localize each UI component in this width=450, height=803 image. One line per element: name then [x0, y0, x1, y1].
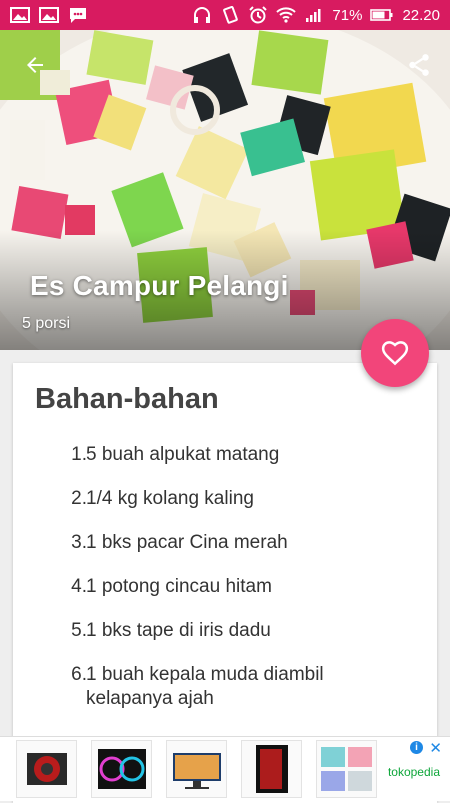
ingredient-item: 5. 1 bks tape di iris dadu: [13, 619, 437, 643]
share-icon: [409, 54, 429, 76]
share-button[interactable]: [402, 48, 436, 82]
ad-brand-label: tokopedia: [387, 765, 440, 779]
ad-product-pillows[interactable]: [316, 740, 377, 798]
image-icon: [39, 7, 59, 23]
section-title: Bahan-bahan: [35, 383, 219, 415]
ingredient-item: 4. 1 potong cincau hitam: [13, 575, 437, 599]
ingredient-number: 6.: [71, 664, 87, 685]
recipe-title: Es Campur Pelangi: [30, 270, 289, 301]
favorite-button[interactable]: [361, 319, 429, 387]
battery-percent: 71%: [332, 6, 363, 24]
ad-product-rgb-fans[interactable]: [91, 740, 152, 798]
ingredient-text: 1/4 kg kolang kaling: [86, 488, 254, 509]
ad-product-monitor[interactable]: [166, 740, 227, 798]
ingredient-text: 1 potong cincau hitam: [86, 576, 272, 597]
heart-outline-icon: [381, 341, 409, 366]
back-button[interactable]: [18, 48, 52, 82]
headphones-icon: [194, 7, 211, 23]
ad-banner[interactable]: i ✕ tokopedia: [0, 736, 450, 801]
portion-count: 5 porsi: [22, 315, 71, 332]
signal-icon: [306, 9, 321, 22]
ingredient-number: 3.: [71, 532, 87, 553]
ingredient-item: 3. 1 bks pacar Cina merah: [13, 531, 437, 555]
ingredient-text: 1 bks pacar Cina merah: [86, 532, 288, 553]
arrow-left-icon: [27, 57, 43, 73]
ingredient-item: 1. 5 buah alpukat matang: [13, 443, 437, 467]
ingredient-item: 6. 1 buah kepala muda diambil kelapanya a…: [13, 663, 437, 711]
battery-icon: [370, 9, 393, 21]
wifi-icon: [276, 7, 297, 23]
recipe-hero-image: Es Campur Pelangi 5 porsi: [0, 30, 450, 350]
ingredient-text: 5 buah alpukat matang: [86, 444, 280, 465]
alarm-icon: [249, 6, 268, 24]
clock: 22.20: [402, 6, 440, 24]
ad-product-pc-case[interactable]: [241, 740, 302, 798]
ad-product-cpu-cooler[interactable]: [16, 740, 77, 798]
ingredient-number: 5.: [71, 620, 87, 641]
status-bar: 71% 22.20: [0, 0, 450, 30]
ingredient-number: 2.: [71, 488, 87, 509]
ingredient-number: 1.: [71, 444, 87, 465]
image-icon: [10, 7, 30, 23]
ingredient-item: 2. 1/4 kg kolang kaling: [13, 487, 437, 511]
ingredient-text: 1 bks tape di iris dadu: [86, 620, 271, 641]
ad-info-icon[interactable]: i: [410, 741, 423, 754]
chat-icon: [70, 8, 86, 23]
ingredient-text: 1 buah kepala muda diambil kelapanya aja…: [86, 664, 324, 709]
ingredient-list: 1. 5 buah alpukat matang 2. 1/4 kg kolang k…: [13, 443, 437, 731]
ingredient-number: 4.: [71, 576, 87, 597]
ad-close-icon[interactable]: ✕: [429, 739, 442, 757]
vibrate-icon: [223, 6, 239, 24]
